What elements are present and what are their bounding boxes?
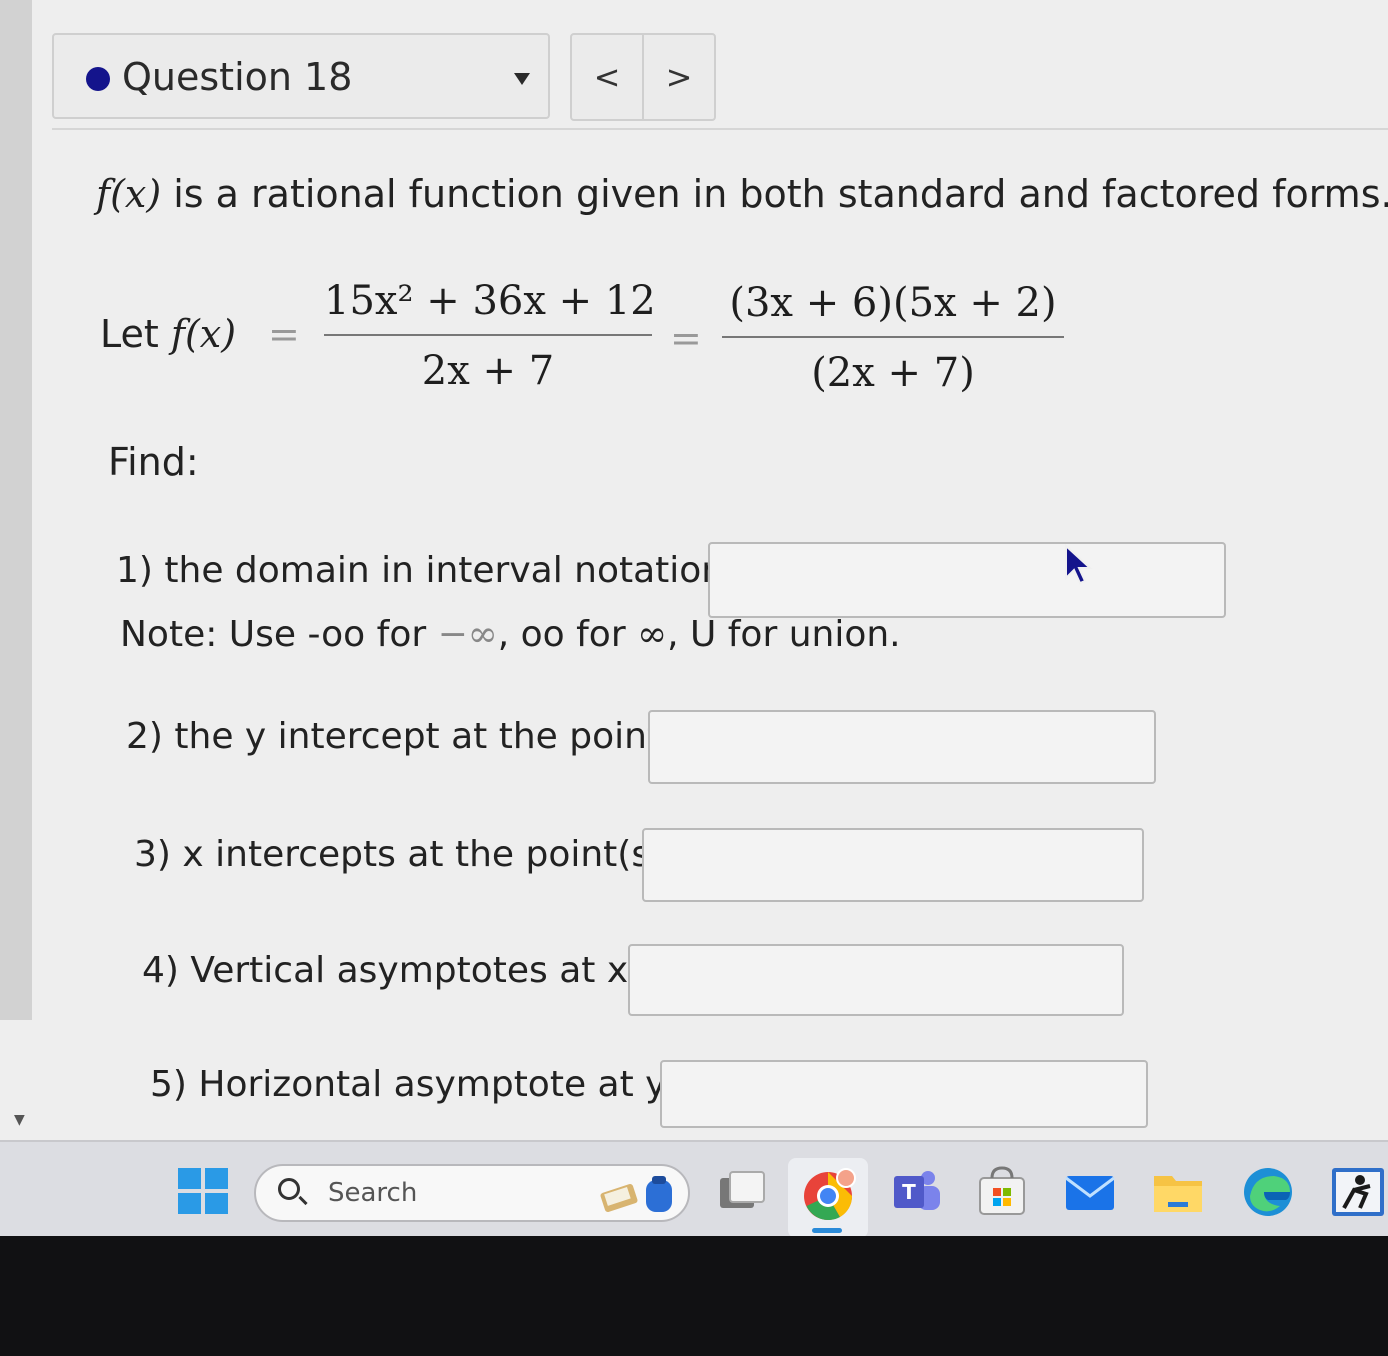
y-intercept-answer-field[interactable] bbox=[648, 710, 1156, 784]
question-page: ▼ Question 18 < > f(x) is a rational fun… bbox=[0, 0, 1388, 1140]
standard-form-fraction: 15x² + 36x + 12 2x + 7 bbox=[324, 278, 656, 394]
negative-infinity-symbol: −∞ bbox=[437, 614, 498, 655]
intro-function-symbol: f(x) bbox=[96, 172, 162, 216]
x-intercepts-input[interactable] bbox=[644, 830, 1142, 900]
scrollbar[interactable] bbox=[0, 0, 32, 1020]
problem-intro: f(x) is a rational function given in bot… bbox=[96, 172, 1388, 216]
edge-icon[interactable] bbox=[1240, 1164, 1296, 1220]
x-intercepts-answer-field[interactable] bbox=[642, 828, 1144, 902]
equals-sign: = bbox=[670, 316, 702, 360]
question-1-label: 1) the domain in interval notation bbox=[116, 550, 725, 591]
equals-sign: = bbox=[268, 312, 300, 356]
y-intercept-input[interactable] bbox=[650, 712, 1154, 782]
taskbar: Search T bbox=[0, 1140, 1388, 1238]
monitor-bezel bbox=[0, 1236, 1388, 1356]
find-label: Find: bbox=[108, 440, 199, 484]
intro-text: is a rational function given in both sta… bbox=[161, 172, 1388, 216]
windows-start-icon[interactable] bbox=[178, 1168, 228, 1214]
svg-text:T: T bbox=[902, 1180, 916, 1204]
note-part-2: , oo for bbox=[497, 614, 638, 655]
factored-numerator: (3x + 6)(5x + 2) bbox=[729, 280, 1057, 326]
teams-icon[interactable]: T bbox=[888, 1164, 944, 1220]
let-statement: Let f(x) bbox=[100, 312, 236, 356]
question-5-label: 5) Horizontal asymptote at y = bbox=[150, 1064, 709, 1105]
vertical-asymptotes-input[interactable] bbox=[630, 946, 1122, 1014]
taskbar-search[interactable]: Search bbox=[254, 1164, 690, 1222]
search-icon bbox=[278, 1178, 300, 1200]
standard-denominator: 2x + 7 bbox=[421, 348, 555, 394]
infinity-symbol: ∞ bbox=[637, 614, 668, 655]
fraction-bar bbox=[324, 334, 652, 336]
vertical-asymptotes-answer-field[interactable] bbox=[628, 944, 1124, 1016]
search-highlight-icon bbox=[600, 1176, 672, 1212]
search-placeholder: Search bbox=[328, 1178, 418, 1208]
let-prefix: Let bbox=[100, 312, 171, 356]
fraction-bar bbox=[722, 336, 1064, 338]
active-indicator bbox=[812, 1228, 842, 1233]
next-question-button[interactable]: > bbox=[644, 35, 714, 119]
notation-note: Note: Use -oo for −∞, oo for ∞, U for un… bbox=[120, 614, 901, 655]
dropdown-caret-icon[interactable] bbox=[514, 73, 530, 85]
divider bbox=[52, 128, 1388, 130]
task-view-icon[interactable] bbox=[714, 1164, 770, 1220]
question-2-label: 2) the y intercept at the point bbox=[126, 716, 662, 757]
question-nav: < > bbox=[570, 33, 716, 121]
mouse-pointer-icon bbox=[1065, 544, 1093, 585]
horizontal-asymptote-answer-field[interactable] bbox=[660, 1060, 1148, 1128]
factored-form-fraction: (3x + 6)(5x + 2) (2x + 7) bbox=[722, 280, 1064, 396]
domain-input[interactable] bbox=[710, 544, 1224, 616]
chrome-icon[interactable] bbox=[800, 1168, 856, 1224]
accessibility-app-icon[interactable] bbox=[1330, 1164, 1386, 1220]
note-part-1: Note: Use -oo for bbox=[120, 614, 438, 655]
function-symbol: f(x) bbox=[170, 312, 237, 356]
domain-answer-field[interactable] bbox=[708, 542, 1226, 618]
mail-icon[interactable] bbox=[1062, 1164, 1118, 1220]
question-label: Question 18 bbox=[122, 55, 353, 99]
horizontal-asymptote-input[interactable] bbox=[662, 1062, 1146, 1126]
question-select[interactable]: Question 18 bbox=[52, 33, 550, 119]
question-4-label: 4) Vertical asymptotes at x = bbox=[142, 950, 670, 991]
scroll-down-arrow-icon[interactable]: ▼ bbox=[14, 1112, 25, 1128]
file-explorer-icon[interactable] bbox=[1150, 1164, 1206, 1220]
store-icon[interactable] bbox=[974, 1164, 1030, 1220]
standard-numerator: 15x² + 36x + 12 bbox=[324, 278, 656, 324]
question-status-dot-icon bbox=[86, 67, 110, 91]
factored-denominator: (2x + 7) bbox=[811, 350, 975, 396]
question-3-label: 3) x intercepts at the point(s) bbox=[134, 834, 665, 875]
note-part-3: , U for union. bbox=[667, 614, 901, 655]
previous-question-button[interactable]: < bbox=[572, 35, 644, 119]
function-definition: Let f(x) = 15x² + 36x + 12 2x + 7 = (3x … bbox=[100, 270, 1080, 410]
